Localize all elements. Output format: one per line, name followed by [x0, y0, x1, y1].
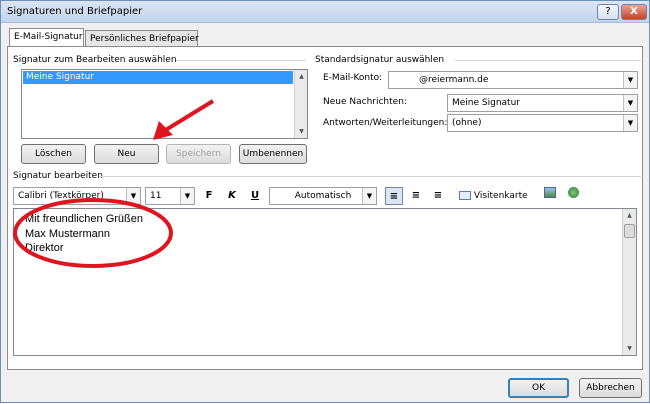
business-card-button[interactable]: Visitenkarte: [459, 187, 528, 205]
scroll-up-icon[interactable]: ▲: [623, 209, 636, 222]
scroll-thumb[interactable]: [624, 224, 635, 238]
divider: [99, 176, 641, 177]
scroll-up-icon[interactable]: ▲: [295, 70, 308, 83]
signature-editor[interactable]: Mit freundlichen Grüßen Max Mustermann D…: [13, 208, 637, 356]
business-card-icon: [459, 191, 471, 200]
hyperlink-icon[interactable]: [564, 187, 582, 205]
chevron-down-icon[interactable]: ▼: [180, 188, 194, 204]
list-scrollbar[interactable]: ▲ ▼: [294, 70, 307, 138]
scroll-down-icon[interactable]: ▼: [623, 342, 636, 355]
font-size-value: 11: [150, 191, 162, 201]
reply-label: Antworten/Weiterleitungen:: [323, 118, 448, 128]
underline-button[interactable]: U: [246, 187, 264, 205]
align-left-icon[interactable]: ≡: [385, 187, 403, 205]
scroll-down-icon[interactable]: ▼: [295, 125, 308, 138]
reply-value: (ohne): [452, 118, 482, 128]
title-bar: Signaturen und Briefpapier ? X: [1, 1, 649, 23]
align-center-icon[interactable]: ≡: [407, 187, 425, 205]
italic-button[interactable]: K: [223, 187, 241, 205]
edit-signature-label: Signatur bearbeiten: [13, 171, 103, 181]
font-value: Calibri (Textkörper): [18, 191, 104, 201]
rename-button[interactable]: Umbenennen: [239, 144, 307, 164]
help-button[interactable]: ?: [597, 4, 619, 20]
list-item[interactable]: Meine Signatur: [23, 71, 293, 84]
new-messages-value: Meine Signatur: [452, 98, 520, 108]
account-value: @reiermann.de: [419, 75, 489, 85]
business-card-label: Visitenkarte: [473, 191, 528, 201]
align-right-icon[interactable]: ≡: [429, 187, 447, 205]
account-select[interactable]: @reiermann.de ▼: [388, 71, 638, 89]
default-signature-label: Standardsignatur auswählen: [315, 55, 445, 65]
font-size-select[interactable]: 11 ▼: [145, 187, 195, 205]
account-label: E-Mail-Konto:: [323, 73, 383, 83]
chevron-down-icon[interactable]: ▼: [623, 95, 637, 111]
chevron-down-icon[interactable]: ▼: [623, 115, 637, 131]
cancel-button[interactable]: Abbrechen: [579, 378, 642, 398]
new-messages-label: Neue Nachrichten:: [323, 97, 407, 107]
close-button[interactable]: X: [621, 4, 647, 20]
signature-line: Mit freundlichen Grüßen: [25, 213, 143, 225]
color-value: Automatisch: [294, 191, 352, 201]
window-title: Signaturen und Briefpapier: [7, 6, 143, 17]
bold-button[interactable]: F: [200, 187, 218, 205]
divider: [176, 60, 306, 61]
color-select[interactable]: Automatisch ▼: [269, 187, 377, 205]
select-signature-label: Signatur zum Bearbeiten auswählen: [13, 55, 177, 65]
tab-personal-stationery[interactable]: Persönliches Briefpapier: [85, 30, 199, 47]
signature-line: Direktor: [25, 242, 64, 254]
font-select[interactable]: Calibri (Textkörper) ▼: [13, 187, 141, 205]
editor-scrollbar[interactable]: ▲ ▼: [622, 209, 636, 355]
signature-line: Max Mustermann: [25, 228, 110, 240]
chevron-down-icon[interactable]: ▼: [623, 72, 637, 88]
ok-button[interactable]: OK: [508, 378, 569, 398]
new-button[interactable]: Neu: [94, 144, 159, 164]
insert-picture-icon[interactable]: [541, 187, 559, 205]
save-button[interactable]: Speichern: [166, 144, 231, 164]
delete-button[interactable]: Löschen: [21, 144, 86, 164]
divider: [455, 60, 641, 61]
tab-email-signature[interactable]: E-Mail-Signatur: [9, 28, 84, 47]
dialog-window: Signaturen und Briefpapier ? X E-Mail-Si…: [0, 0, 650, 403]
reply-select[interactable]: (ohne) ▼: [447, 114, 638, 132]
chevron-down-icon[interactable]: ▼: [362, 188, 376, 204]
chevron-down-icon[interactable]: ▼: [126, 188, 140, 204]
signature-list[interactable]: Meine Signatur ▲ ▼: [21, 69, 308, 139]
new-messages-select[interactable]: Meine Signatur ▼: [447, 94, 638, 112]
